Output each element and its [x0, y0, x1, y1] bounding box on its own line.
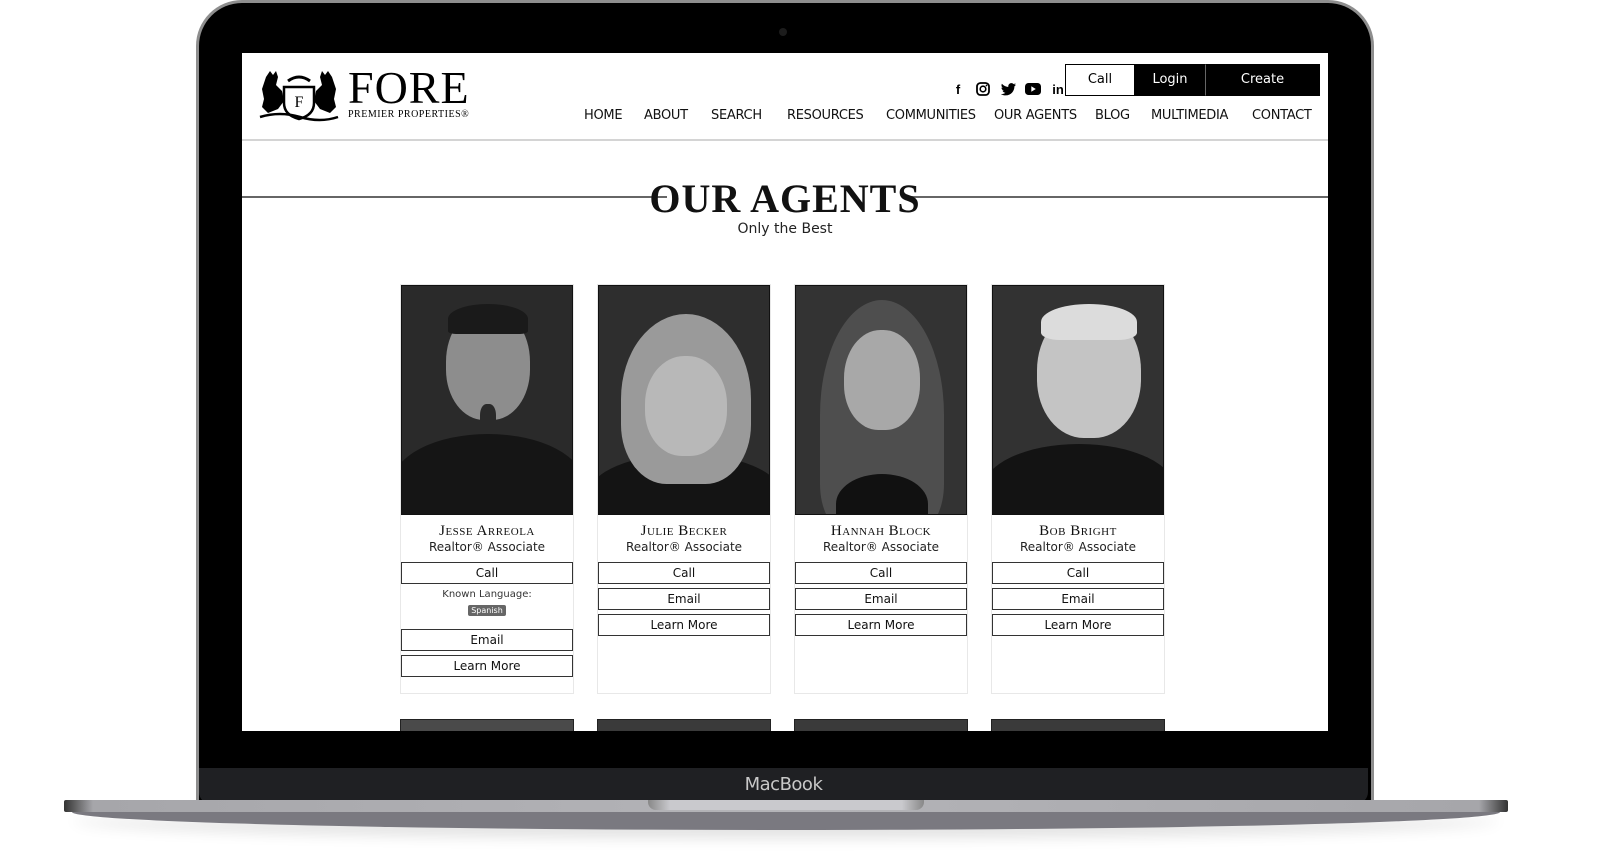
agent-learn-more-button[interactable]: Learn More — [598, 614, 770, 636]
agent-photo[interactable] — [795, 285, 967, 515]
laptop-chin: MacBook — [199, 768, 1368, 804]
page-subtitle: Only the Best — [737, 221, 833, 237]
agent-role: Realtor® Associate — [625, 540, 743, 554]
header-call-button[interactable]: Call — [1065, 64, 1135, 96]
crest-logo-icon: F — [259, 71, 339, 122]
agent-role: Realtor® Associate — [1019, 540, 1137, 554]
agent-photo-partial[interactable] — [597, 719, 771, 731]
social-links: f in — [950, 81, 1066, 97]
agent-card: Jesse Arreola Realtor® Associate Call Kn… — [400, 284, 574, 694]
agent-learn-more-button[interactable]: Learn More — [795, 614, 967, 636]
known-language-label: Known Language: — [442, 589, 532, 600]
agent-name[interactable]: Jesse Arreola — [401, 523, 573, 540]
agent-photo[interactable] — [992, 285, 1164, 515]
agent-call-button[interactable]: Call — [401, 562, 573, 584]
nav-our-agents[interactable]: OUR AGENTS — [994, 108, 1077, 123]
agent-call-button[interactable]: Call — [795, 562, 967, 584]
nav-about[interactable]: ABOUT — [644, 108, 688, 123]
header-actions: Call Login Create Account — [1065, 64, 1320, 117]
agent-name[interactable]: Julie Becker — [598, 523, 770, 540]
agent-card: Julie Becker Realtor® Associate Call Ema… — [597, 284, 771, 694]
brand-tagline: PREMIER PROPERTIES® — [348, 109, 470, 120]
brand-name: FORE — [348, 62, 470, 113]
create-account-button[interactable]: Create Account — [1205, 64, 1320, 117]
agent-learn-more-button[interactable]: Learn More — [401, 655, 573, 677]
agent-email-button[interactable]: Email — [401, 629, 573, 651]
nav-multimedia[interactable]: MULTIMEDIA — [1151, 108, 1228, 123]
agent-email-button[interactable]: Email — [992, 588, 1164, 610]
agent-name[interactable]: Hannah Block — [795, 523, 967, 540]
youtube-icon[interactable] — [1025, 81, 1041, 97]
nav-home[interactable]: HOME — [584, 108, 623, 123]
agent-photo-partial[interactable] — [400, 719, 574, 731]
agent-photo[interactable] — [598, 285, 770, 515]
nav-blog[interactable]: BLOG — [1095, 108, 1130, 123]
agent-call-button[interactable]: Call — [598, 562, 770, 584]
agent-card: Hannah Block Realtor® Associate Call Ema… — [794, 284, 968, 694]
svg-text:F: F — [295, 94, 304, 111]
camera-icon — [779, 28, 787, 36]
agent-call-button[interactable]: Call — [992, 562, 1164, 584]
page-title-row: OUR AGENTS — [242, 173, 1328, 223]
browser-viewport: F FORE PREMIER PROPERTIES® f in Call Log… — [242, 53, 1328, 731]
agent-role: Realtor® Associate — [428, 540, 546, 554]
linkedin-icon[interactable]: in — [1050, 81, 1066, 97]
instagram-icon[interactable] — [975, 81, 991, 97]
language-badge: Spanish — [468, 605, 506, 616]
device-label: MacBook — [744, 774, 823, 795]
agent-email-button[interactable]: Email — [795, 588, 967, 610]
agent-card: Bob Bright Realtor® Associate Call Email… — [991, 284, 1165, 694]
agent-photo-partial[interactable] — [991, 719, 1165, 731]
facebook-icon[interactable]: f — [950, 81, 966, 97]
nav-communities[interactable]: COMMUNITIES — [886, 108, 976, 123]
twitter-icon[interactable] — [1000, 81, 1016, 97]
site-header: F FORE PREMIER PROPERTIES® f in Call Log… — [242, 53, 1328, 141]
agent-email-button[interactable]: Email — [598, 588, 770, 610]
agent-photo-partial[interactable] — [794, 719, 968, 731]
agent-photo[interactable] — [401, 285, 573, 515]
nav-resources[interactable]: RESOURCES — [787, 108, 864, 123]
nav-search[interactable]: SEARCH — [711, 108, 762, 123]
page-title: OUR AGENTS — [649, 176, 921, 221]
agent-role: Realtor® Associate — [822, 540, 940, 554]
login-button[interactable]: Login — [1135, 64, 1205, 96]
laptop-base — [72, 812, 1500, 830]
logo[interactable]: F FORE PREMIER PROPERTIES® — [258, 62, 470, 123]
nav-contact[interactable]: CONTACT — [1252, 108, 1312, 123]
laptop-notch — [648, 800, 924, 810]
agent-learn-more-button[interactable]: Learn More — [992, 614, 1164, 636]
agent-name[interactable]: Bob Bright — [992, 523, 1164, 540]
